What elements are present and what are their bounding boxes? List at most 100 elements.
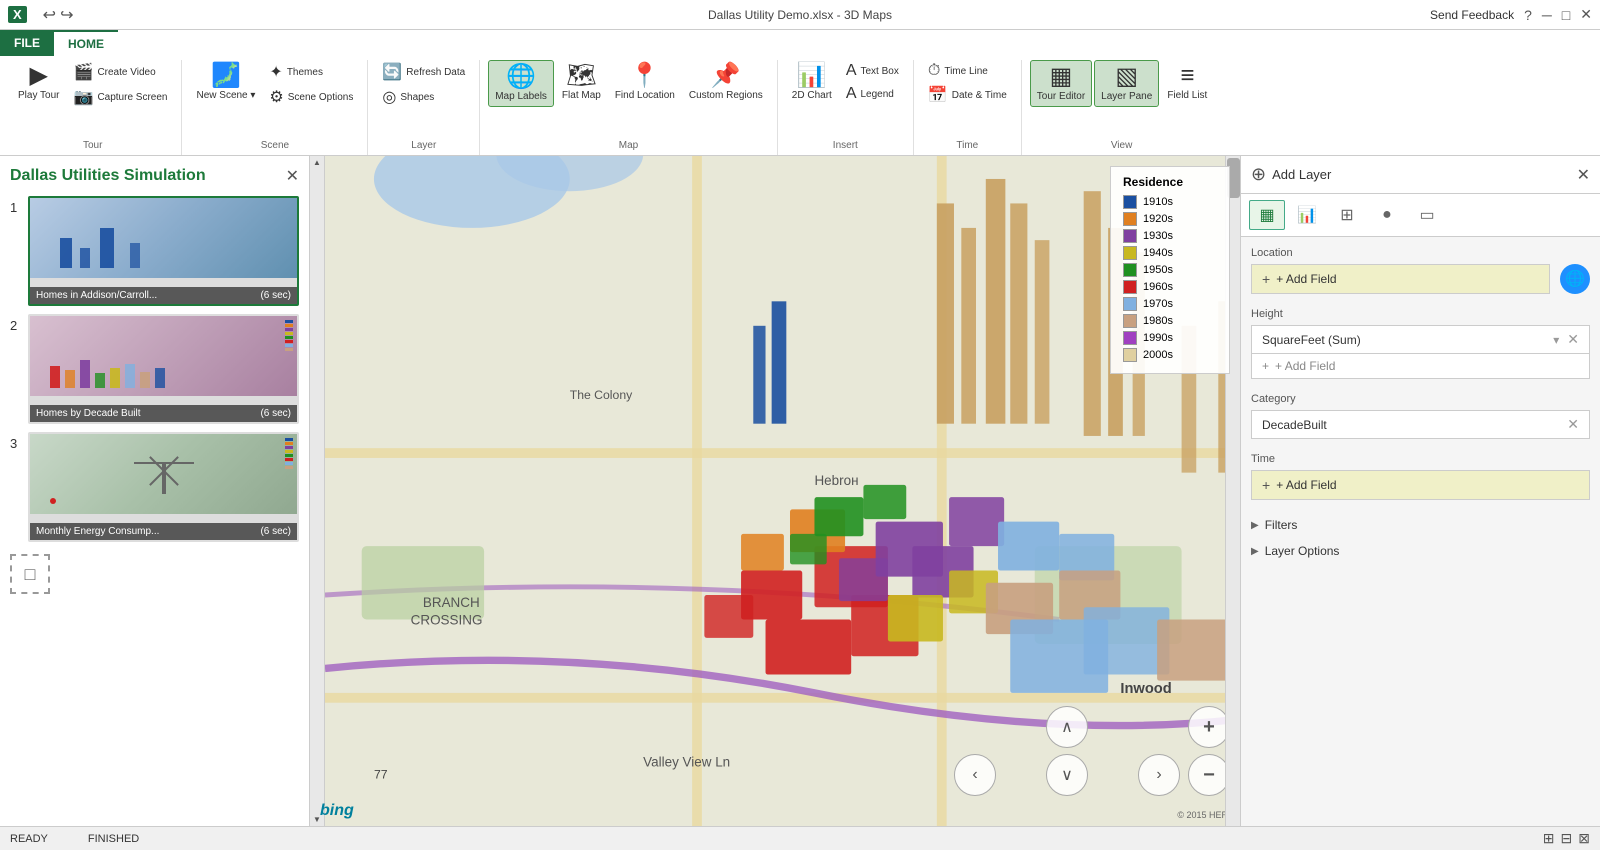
text-box-button[interactable]: A Text Box [840,60,905,82]
add-layer-button[interactable]: ⊕ Add Layer [1251,164,1331,185]
zoom-in-button[interactable]: + [1188,706,1230,748]
time-line-button[interactable]: ⏱ Time Line [922,60,1013,82]
map-labels-button[interactable]: 🌐 Map Labels [488,60,554,107]
field-list-button[interactable]: ≡ Field List [1161,60,1213,105]
rp-tab-0[interactable]: ▦ [1249,200,1285,230]
height-add-text: + Add Field [1275,359,1335,373]
flat-map-button[interactable]: 🗺 Flat Map [556,60,607,105]
create-video-button[interactable]: 🎬 Create Video [68,60,174,84]
tour-editor-label: Tour Editor [1037,91,1085,102]
time-section: Time + + Add Field [1251,453,1590,500]
tilt-down-button[interactable]: ∨ [1046,754,1088,796]
status-icon-3[interactable]: ⊠ [1578,830,1590,847]
right-panel-close-button[interactable]: ✕ [1577,165,1590,185]
legend-item: 1930s [1123,229,1217,243]
scene-thumbnail-3[interactable]: Monthly Energy Consump... (6 sec) [28,432,299,542]
undo-icon[interactable]: ↩ [43,5,56,25]
shapes-label: Shapes [400,92,434,103]
scene-number-1: 1 [10,200,22,306]
layer-options-header[interactable]: ▶ Layer Options [1251,540,1590,562]
filters-arrow-icon: ▶ [1251,520,1259,531]
legend-item: 1960s [1123,280,1217,294]
close-icon[interactable]: ✕ [1580,6,1592,23]
height-add-field[interactable]: + + Add Field [1251,354,1590,379]
legend-item: 1970s [1123,297,1217,311]
bing-logo: bing [320,802,354,820]
scene-2-label: Homes by Decade Built (6 sec) [30,405,297,422]
map-area[interactable]: ▲ ▼ BRANCH CROSSING Inwood Valley V [310,156,1240,826]
themes-icon: ✦ [269,62,282,82]
height-label: Height [1251,308,1590,320]
height-dropdown-icon[interactable]: ▾ [1553,333,1559,347]
location-label: Location [1251,247,1590,259]
tab-home[interactable]: HOME [54,30,118,56]
scroll-up-arrow[interactable]: ▲ [311,156,324,169]
play-tour-button[interactable]: ▶ Play Tour [12,60,66,105]
category-value-text: DecadeBuilt [1262,418,1563,432]
location-globe-button[interactable]: 🌐 [1560,264,1590,294]
scene-options-button[interactable]: ⚙ Scene Options [263,85,359,109]
new-scene-button[interactable]: 🗾 New Scene ▾ [190,60,261,105]
custom-regions-button[interactable]: 📌 Custom Regions [683,60,769,105]
redo-icon[interactable]: ↪ [60,5,73,25]
maximize-icon[interactable]: □ [1562,7,1570,23]
time-add-field[interactable]: + + Add Field [1251,470,1590,500]
svg-text:BRANCH: BRANCH [423,595,480,610]
category-remove-icon[interactable]: ✕ [1567,416,1579,433]
layer-pane-button[interactable]: ▧ Layer Pane [1094,60,1159,107]
time-line-label: Time Line [944,66,988,77]
rp-tab-4[interactable]: ▭ [1409,200,1445,230]
themes-button[interactable]: ✦ Themes [263,60,359,84]
flat-map-icon: 🗺 [566,64,596,88]
date-time-button[interactable]: 📅 Date & Time [922,83,1013,107]
ribbon-tabs: FILE HOME [0,30,1600,56]
refresh-data-button[interactable]: 🔄 Refresh Data [376,60,471,84]
legend-label: Legend [860,89,893,100]
scene-thumbnail-1[interactable]: Homes in Addison/Carroll... (6 sec) [28,196,299,306]
capture-screen-button[interactable]: 📷 Capture Screen [68,85,174,109]
rp-tab-3[interactable]: ● [1369,200,1405,230]
tilt-up-button[interactable]: ∧ [1046,706,1088,748]
pan-right-button[interactable]: › [1138,754,1180,796]
scene-thumbnail-2[interactable]: Homes by Decade Built (6 sec) [28,314,299,424]
zoom-out-button[interactable]: − [1188,754,1230,796]
pan-left-button[interactable]: ‹ [954,754,996,796]
shapes-icon: ◎ [382,87,396,107]
legend-button[interactable]: A Legend [840,83,905,105]
status-icon-1[interactable]: ⊞ [1543,830,1555,847]
scene-item-3[interactable]: 3 [10,432,299,542]
category-field-value[interactable]: DecadeBuilt ✕ [1251,410,1590,439]
view-group-label: View [1111,140,1133,151]
height-remove-icon[interactable]: ✕ [1567,331,1579,348]
scene-item-2[interactable]: 2 [10,314,299,424]
date-time-label: Date & Time [952,90,1007,101]
height-plus-icon: + [1262,359,1269,373]
location-add-field[interactable]: + + Add Field [1251,264,1550,294]
scene-3-label: Monthly Energy Consump... (6 sec) [30,523,297,540]
status-icon-2[interactable]: ⊟ [1561,830,1573,847]
help-icon[interactable]: ? [1524,7,1532,23]
ribbon-group-scene: 🗾 New Scene ▾ ✦ Themes ⚙ Scene Options S… [182,60,368,155]
tour-editor-button[interactable]: ▦ Tour Editor [1030,60,1092,107]
tab-file[interactable]: FILE [0,30,54,56]
play-tour-label: Play Tour [18,90,60,101]
send-feedback-link[interactable]: Send Feedback [1430,8,1514,22]
minimize-icon[interactable]: ─ [1542,7,1552,23]
add-layer-label: Add Layer [1272,167,1331,182]
legend-item: 1920s [1123,212,1217,226]
scene-item-1[interactable]: 1 Homes in Addison/Carroll... (6 sec) [10,196,299,306]
legend-items: 1910s1920s1930s1940s1950s1960s1970s1980s… [1123,195,1217,362]
legend-color-swatch [1123,297,1137,311]
height-section: Height SquareFeet (Sum) ▾ ✕ + + Add Fiel… [1251,308,1590,379]
find-location-button[interactable]: 📍 Find Location [609,60,681,105]
rp-tab-2[interactable]: ⊞ [1329,200,1365,230]
scene-list-close-button[interactable]: ✕ [286,166,299,186]
2d-chart-button[interactable]: 📊 2D Chart [786,60,838,105]
time-group-label: Time [956,140,978,151]
add-scene-button[interactable]: □ [10,554,50,594]
shapes-button[interactable]: ◎ Shapes [376,85,471,109]
height-field-value[interactable]: SquareFeet (Sum) ▾ ✕ [1251,325,1590,354]
rp-tab-1[interactable]: 📊 [1289,200,1325,230]
filters-header[interactable]: ▶ Filters [1251,514,1590,536]
legend-color-swatch [1123,229,1137,243]
